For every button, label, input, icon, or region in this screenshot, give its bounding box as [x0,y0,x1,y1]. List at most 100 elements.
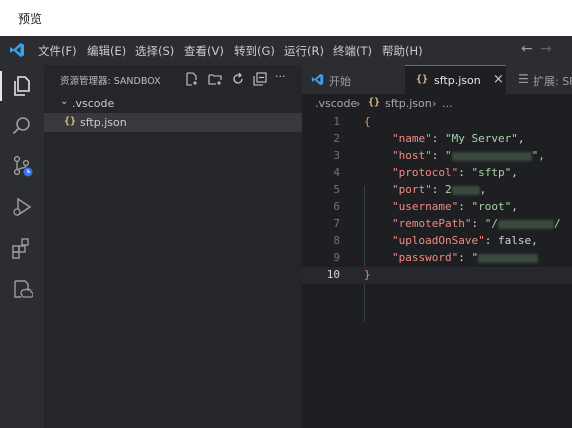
redacted-value [478,253,539,263]
remote-explorer-icon[interactable] [11,278,33,300]
window-title-bar: 预览 [0,0,572,36]
menu-edit[interactable]: 编辑(E) [87,43,126,59]
tree-file-sftp-json[interactable]: {} sftp.json [44,113,302,132]
explorer-panel: 资源管理器: SANDBOX ··· ⌄ .vscode {} sftp.jso… [44,65,302,428]
run-debug-icon[interactable] [11,196,33,218]
line-number: 9 [333,251,340,264]
code-text: "password": " [392,251,539,264]
code-line[interactable]: 2 "name": "My Server", [302,131,572,148]
code-line-current[interactable]: 10 } [302,267,572,284]
tab-extension[interactable]: ☰ 扩展: SF [508,65,572,94]
tab-welcome[interactable]: 开始 [302,65,398,94]
activity-bar [0,65,44,428]
line-number: 2 [333,132,340,145]
json-file-icon: {} [416,74,429,85]
breadcrumb-tail[interactable]: ... [442,97,453,110]
menu-run[interactable]: 运行(R) [284,43,324,59]
menu-go[interactable]: 转到(G) [234,43,275,59]
collapse-all-icon[interactable] [253,72,267,86]
line-number: 7 [333,217,340,230]
menu-selection[interactable]: 选择(S) [135,43,174,59]
json-key: "name" [392,132,432,145]
window-title: 预览 [18,12,43,26]
code-text: { [364,115,371,128]
code-text: "name": "My Server", [392,132,525,145]
code-line[interactable]: 3 "host": " ", [302,148,572,165]
code-text: "remotePath": "// [392,217,561,230]
json-value: "/ [484,217,498,230]
explorer-icon[interactable] [11,75,33,97]
json-value: " [471,251,479,264]
breadcrumb: .vscode › {} sftp.json › ... [302,94,572,114]
tab-label: 扩展: SF [533,75,572,88]
tree-label: sftp.json [80,116,127,129]
line-number: 5 [333,183,340,196]
json-key: "uploadOnSave" [392,234,485,247]
breadcrumb-folder[interactable]: .vscode [315,97,357,110]
more-actions-icon[interactable]: ··· [275,70,286,84]
tab-sftp-json[interactable]: {} sftp.json × [405,65,506,94]
code-line[interactable]: 6 "username": "root", [302,199,572,216]
json-key: "port" [392,183,432,196]
line-number: 10 [326,268,340,281]
menu-view[interactable]: 查看(V) [184,43,224,59]
extensions-icon[interactable] [11,237,33,259]
arrow-left-icon[interactable]: ← [521,41,533,57]
chevron-right-icon: › [432,97,437,110]
explorer-title: 资源管理器: SANDBOX [60,76,161,87]
code-line[interactable]: 5 "port": 2, [302,182,572,199]
vscode-logo [10,43,24,57]
redacted-value [497,219,554,229]
line-number: 4 [333,166,340,179]
json-key: "password" [392,251,459,264]
extensions-icon: ☰ [518,72,529,86]
editor-area: 开始 {} sftp.json × ☰ 扩展: SF .vscode › {} … [302,65,572,428]
code-text: "host": " ", [392,149,545,162]
close-icon[interactable]: × [493,72,504,87]
code-line[interactable]: 9 "password": " [302,250,572,267]
json-key: "remotePath" [392,217,472,230]
tree-label: .vscode [72,97,115,110]
line-number: 3 [333,149,340,162]
code-text: "uploadOnSave": false, [392,234,538,247]
code-text: } [364,268,371,281]
json-value: "My Server" [445,132,518,145]
tab-label: sftp.json [434,74,481,87]
source-control-icon[interactable] [11,155,33,177]
line-number: 6 [333,200,340,213]
arrow-right-icon[interactable]: → [540,41,552,57]
tree-folder-vscode[interactable]: ⌄ .vscode [44,94,302,113]
vscode-logo [311,73,324,86]
redacted-value [451,151,532,161]
tab-bar: 开始 {} sftp.json × ☰ 扩展: SF [302,65,572,94]
json-file-icon: {} [64,116,77,127]
json-value: " [445,149,452,162]
json-file-icon: {} [368,97,381,108]
active-indicator [0,71,2,101]
redacted-value [451,185,480,195]
code-line[interactable]: 4 "protocol": "sftp", [302,165,572,182]
json-value: "sftp" [471,166,512,179]
chevron-down-icon: ⌄ [60,96,69,107]
menu-terminal[interactable]: 终端(T) [333,43,372,59]
search-icon[interactable] [11,115,33,137]
new-file-icon[interactable] [185,72,199,86]
code-text: "username": "root", [392,200,518,213]
refresh-icon[interactable] [231,72,245,86]
json-value: "root" [471,200,512,213]
json-value: 2 [445,183,452,196]
breadcrumb-file[interactable]: sftp.json [385,97,432,110]
json-value: false [497,234,532,247]
code-line[interactable]: 7 "remotePath": "// [302,216,572,233]
code-line[interactable]: 8 "uploadOnSave": false, [302,233,572,250]
tab-label: 开始 [329,75,351,88]
code-text: "port": 2, [392,183,487,196]
new-folder-icon[interactable] [208,72,222,86]
line-number: 8 [333,234,340,247]
json-key: "username" [392,200,459,213]
menu-help[interactable]: 帮助(H) [382,43,423,59]
line-number: 1 [333,115,340,128]
menu-bar: 文件(F) 编辑(E) 选择(S) 查看(V) 转到(G) 运行(R) 终端(T… [0,36,572,65]
code-line[interactable]: 1 { [302,114,572,131]
menu-file[interactable]: 文件(F) [38,43,77,59]
